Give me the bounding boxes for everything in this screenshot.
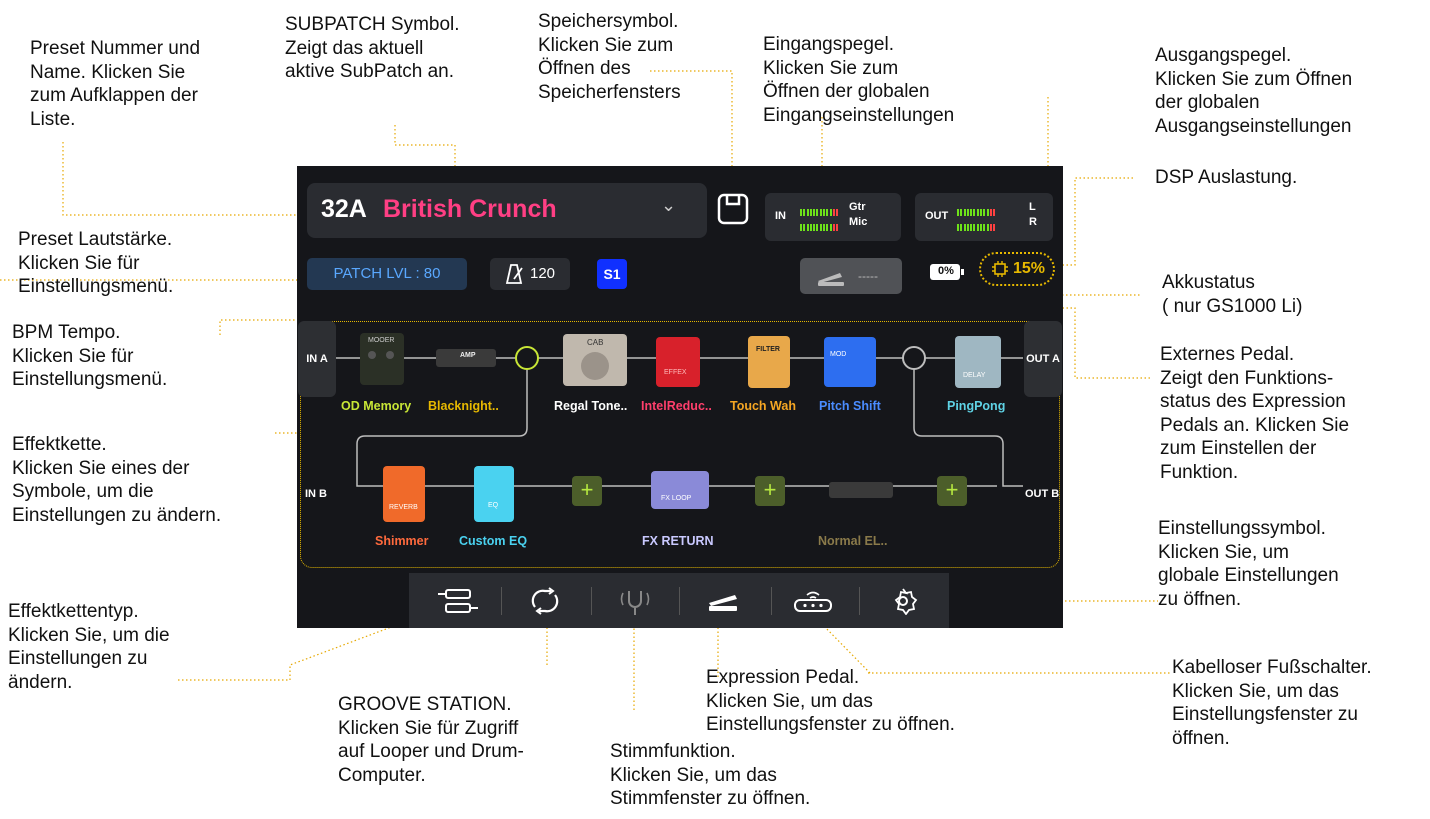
pedal-text: MOD [830, 351, 847, 358]
effect-pedal-intelreduc[interactable]: EFFEX [656, 337, 700, 387]
chain-wiring [335, 346, 1023, 487]
pedal-text: EFFEX [664, 369, 687, 376]
annotation-preset-volume: Preset Lautstärke. Klicken Sie für Einst… [18, 229, 174, 297]
wireless-footswitch-icon [794, 591, 832, 612]
pedal-text: FILTER [756, 346, 780, 353]
annotation-dsp: DSP Auslastung. [1155, 167, 1298, 188]
bottom-toolbar [409, 573, 949, 628]
effect-label-pingpong: PingPong [947, 399, 1006, 413]
annotation-bpm: BPM Tempo. Klicken Sie für Einstellungsm… [12, 322, 168, 390]
annotation-save: Speichersymbol. Klicken Sie zum Öffnen d… [538, 11, 681, 103]
effect-pedal-pingpong[interactable]: DELAY [955, 336, 1001, 388]
effect-pedal-custom-eq[interactable]: EQ [474, 466, 514, 522]
expression-pedal-icon [709, 595, 737, 611]
settings-button[interactable] [879, 587, 927, 616]
effect-amp-normal-el[interactable] [829, 482, 893, 498]
input-b-port[interactable]: IN B [305, 488, 327, 500]
annotation-subpatch: SUBPATCH Symbol. Zeigt das aktuell aktiv… [285, 14, 460, 82]
effect-label-custom-eq: Custom EQ [459, 534, 528, 548]
annotation-expression-pedal: Expression Pedal. Klicken Sie, um das Ei… [706, 667, 955, 735]
tuner-button[interactable] [611, 587, 659, 615]
pedal-text: REVERB [389, 504, 418, 511]
effect-label-od-memory: OD Memory [341, 399, 412, 413]
pedal-text: FX LOOP [661, 495, 692, 502]
add-effect-button[interactable]: + [572, 476, 602, 506]
effect-label-regal-tone: Regal Tone.. [554, 399, 628, 413]
effect-label-shimmer: Shimmer [375, 534, 429, 548]
annotation-chain-type: Effektkettentyp. Klicken Sie, um die Ein… [8, 601, 170, 693]
input-a-port[interactable]: IN A [298, 321, 336, 397]
effect-label-fx-return: FX RETURN [642, 534, 714, 548]
effect-label-intelreduc: IntelReduc.. [641, 399, 712, 413]
add-effect-button[interactable]: + [755, 476, 785, 506]
annotation-settings: Einstellungssymbol. Klicken Sie, um glob… [1158, 518, 1339, 610]
effect-amp-blacknight[interactable]: AMP [436, 349, 496, 367]
effect-label-blacknight: Blacknight.. [428, 399, 499, 413]
effect-pedal-touch-wah[interactable]: FILTER [748, 336, 790, 388]
effect-label-pitch-shift: Pitch Shift [819, 399, 881, 413]
pedal-text: MOOER [368, 337, 395, 344]
pedal-text: CAB [587, 338, 604, 347]
looper-icon [531, 587, 559, 615]
pedal-text: DELAY [963, 372, 986, 379]
output-b-port[interactable]: OUT B [1025, 488, 1059, 500]
annotation-input-level: Eingangspegel. Klicken Sie zum Öffnen de… [763, 34, 955, 126]
effect-label-touch-wah: Touch Wah [730, 399, 796, 413]
annotation-external-pedal: Externes Pedal. Zeigt den Funktions- sta… [1160, 344, 1350, 483]
annotation-battery: Akkustatus ( nur GS1000 Li) [1162, 272, 1303, 317]
chain-type-button[interactable] [434, 587, 482, 615]
annotation-groove-station: GROOVE STATION. Klicken Sie für Zugriff … [338, 694, 524, 786]
chain-type-icon [438, 589, 478, 613]
tuner-icon [620, 591, 650, 615]
effect-pedal-pitch-shift[interactable]: MOD [824, 337, 876, 387]
gear-icon [894, 588, 918, 616]
effect-cab-regal-tone[interactable]: CAB [563, 334, 627, 386]
effect-pedal-od-memory[interactable]: MOOER [360, 333, 404, 385]
effect-fx-loop[interactable]: FX LOOP [651, 471, 709, 509]
device-screen: 32A British Crunch ⌄ IN Gtr Mic OUT L R … [297, 166, 1063, 628]
annotation-wireless-footswitch: Kabelloser Fußschalter. Klicken Sie, um … [1172, 657, 1372, 749]
expression-pedal-button[interactable] [699, 587, 747, 615]
output-a-port[interactable]: OUT A [1024, 321, 1062, 397]
pedal-text: EQ [488, 502, 499, 509]
add-effect-button[interactable]: + [937, 476, 967, 506]
effect-label-normal-el: Normal EL.. [818, 534, 888, 548]
annotation-tuner: Stimmfunktion. Klicken Sie, um das Stimm… [610, 741, 811, 809]
pedal-text: AMP [460, 352, 476, 359]
effect-pedal-shimmer[interactable]: REVERB [383, 466, 425, 522]
annotation-preset: Preset Nummer und Name. Klicken Sie zum … [30, 38, 201, 130]
annotation-output-level: Ausgangspegel. Klicken Sie zum Öffnen de… [1155, 45, 1353, 137]
wireless-footswitch-button[interactable] [789, 587, 837, 615]
groove-station-button[interactable] [521, 587, 569, 615]
annotation-effect-chain: Effektkette. Klicken Sie eines der Symbo… [12, 434, 222, 526]
